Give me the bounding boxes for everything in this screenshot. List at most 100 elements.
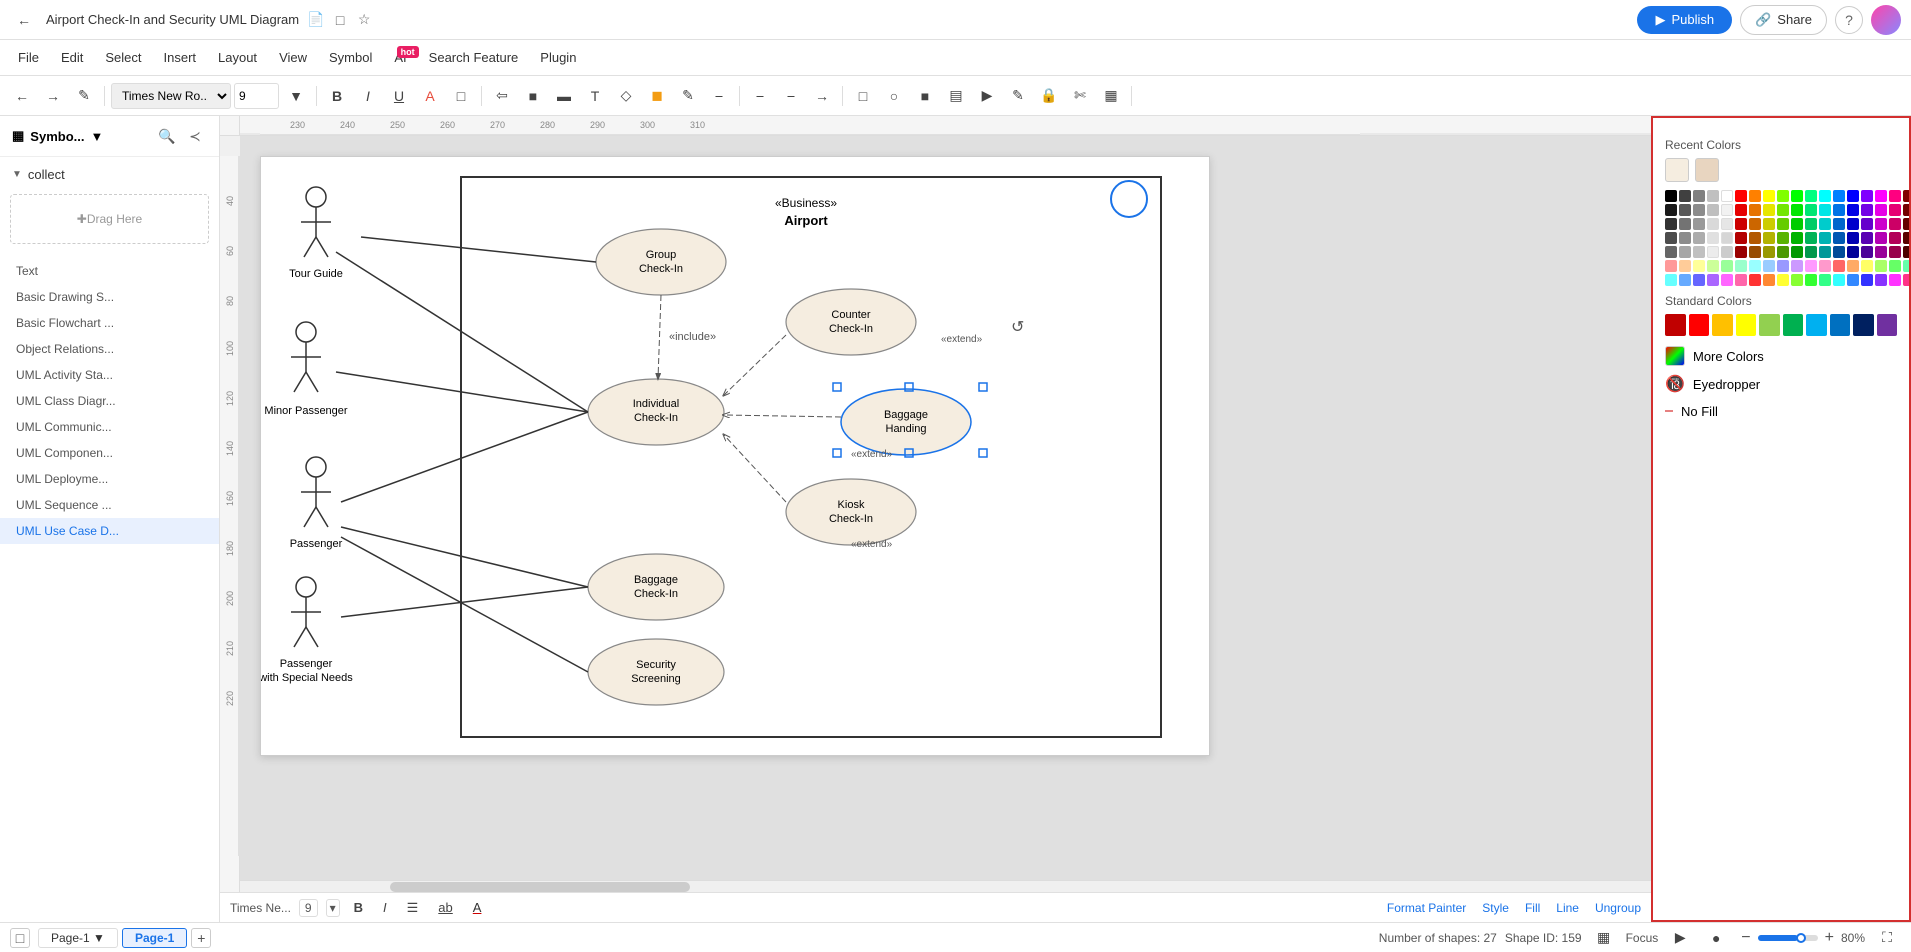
- color-cell[interactable]: [1763, 218, 1775, 230]
- dash-style-btn[interactable]: ⎯: [777, 82, 805, 110]
- color-cell[interactable]: [1665, 274, 1677, 286]
- color-cell[interactable]: [1819, 260, 1831, 272]
- align-center-btn[interactable]: ■: [519, 82, 547, 110]
- color-cell[interactable]: [1791, 190, 1803, 202]
- color-cell[interactable]: [1791, 232, 1803, 244]
- color-cell[interactable]: [1679, 274, 1691, 286]
- color-cell[interactable]: [1819, 218, 1831, 230]
- color-cell[interactable]: [1875, 274, 1887, 286]
- color-cell[interactable]: [1679, 190, 1691, 202]
- align-left-btn[interactable]: ⇦: [488, 82, 516, 110]
- menu-select[interactable]: Select: [95, 46, 151, 69]
- color-cell[interactable]: [1707, 232, 1719, 244]
- color-cell[interactable]: [1875, 260, 1887, 272]
- format-italic[interactable]: I: [377, 898, 393, 917]
- color-cell[interactable]: [1777, 190, 1789, 202]
- color-cell[interactable]: [1693, 218, 1705, 230]
- color-cell[interactable]: [1721, 246, 1733, 258]
- color-cell[interactable]: [1763, 246, 1775, 258]
- color-cell[interactable]: [1679, 232, 1691, 244]
- color-cell[interactable]: [1861, 260, 1873, 272]
- page-layout-btn[interactable]: □: [10, 928, 30, 948]
- menu-ai[interactable]: AI hot: [384, 46, 416, 69]
- recent-color-1[interactable]: [1665, 158, 1689, 182]
- color-cell[interactable]: [1861, 204, 1873, 216]
- line-weight-btn[interactable]: ⎯: [746, 82, 774, 110]
- color-cell[interactable]: [1791, 246, 1803, 258]
- color-cell[interactable]: [1665, 218, 1677, 230]
- color-cell[interactable]: [1707, 190, 1719, 202]
- shape-btn[interactable]: ◇: [612, 82, 640, 110]
- color-cell[interactable]: [1679, 246, 1691, 258]
- help-button[interactable]: ?: [1835, 6, 1863, 34]
- color-cell[interactable]: [1735, 246, 1747, 258]
- color-red[interactable]: [1735, 190, 1747, 202]
- color-cell[interactable]: [1861, 232, 1873, 244]
- color-cell[interactable]: [1721, 274, 1733, 286]
- color-cell[interactable]: [1665, 260, 1677, 272]
- menu-file[interactable]: File: [8, 46, 49, 69]
- avatar[interactable]: [1871, 5, 1901, 35]
- fill-label[interactable]: Fill: [1525, 901, 1540, 915]
- color-cell[interactable]: [1693, 246, 1705, 258]
- record-btn[interactable]: ●: [1702, 924, 1730, 952]
- color-cell[interactable]: [1805, 260, 1817, 272]
- collect-header[interactable]: ▼ collect: [0, 161, 219, 188]
- underline-btn[interactable]: U: [385, 82, 413, 110]
- color-cell[interactable]: [1861, 274, 1873, 286]
- color-cell[interactable]: [1735, 218, 1747, 230]
- bold-btn[interactable]: B: [323, 82, 351, 110]
- arrow-style-btn[interactable]: →: [808, 82, 836, 110]
- edit-btn[interactable]: ✎: [1004, 82, 1032, 110]
- color-black[interactable]: [1665, 190, 1677, 202]
- color-cell[interactable]: [1735, 274, 1747, 286]
- fullscreen-btn[interactable]: ⛶: [1873, 924, 1901, 952]
- back-btn[interactable]: ←: [10, 6, 38, 34]
- publish-button[interactable]: ▶ Publish: [1637, 6, 1732, 34]
- text-style-btn[interactable]: T: [581, 82, 609, 110]
- sidebar-item-uml-activity[interactable]: UML Activity Sta...: [0, 362, 219, 388]
- font-size-down[interactable]: ▼: [282, 82, 310, 110]
- std-color-4[interactable]: [1736, 314, 1757, 336]
- color-cell[interactable]: [1861, 190, 1873, 202]
- cut-btn[interactable]: ✄: [1066, 82, 1094, 110]
- color-white[interactable]: [1721, 190, 1733, 202]
- color-cell[interactable]: [1707, 204, 1719, 216]
- color-cell[interactable]: [1763, 260, 1775, 272]
- color-cell[interactable]: [1819, 274, 1831, 286]
- menu-search-feature[interactable]: Search Feature: [419, 46, 529, 69]
- ungroup-label[interactable]: Ungroup: [1595, 901, 1641, 915]
- color-cell[interactable]: [1707, 218, 1719, 230]
- color-cell[interactable]: [1763, 204, 1775, 216]
- select-btn[interactable]: ▶: [973, 82, 1001, 110]
- h-scrollbar[interactable]: [240, 880, 1651, 892]
- color-cell[interactable]: [1763, 190, 1775, 202]
- sidebar-item-basic-drawing[interactable]: Basic Drawing S...: [0, 284, 219, 310]
- more-colors-row[interactable]: More Colors: [1665, 342, 1897, 370]
- color-cell[interactable]: [1875, 218, 1887, 230]
- color-cell[interactable]: [1903, 260, 1911, 272]
- zoom-out-btn[interactable]: −: [1738, 929, 1753, 947]
- sidebar-item-text[interactable]: Text: [0, 258, 219, 284]
- color-cell[interactable]: [1805, 218, 1817, 230]
- format-painter-btn[interactable]: ✎: [70, 82, 98, 110]
- color-cell[interactable]: [1791, 218, 1803, 230]
- color-cell[interactable]: [1833, 232, 1845, 244]
- eyedropper-row[interactable]: 🔞 Eyedropper: [1665, 370, 1897, 398]
- color-cell[interactable]: [1833, 260, 1845, 272]
- sidebar-item-uml-class[interactable]: UML Class Diagr...: [0, 388, 219, 414]
- color-cell[interactable]: [1875, 232, 1887, 244]
- color-cell[interactable]: [1833, 190, 1845, 202]
- color-cell[interactable]: [1721, 260, 1733, 272]
- font-color-btn[interactable]: A: [416, 82, 444, 110]
- std-color-5[interactable]: [1759, 314, 1780, 336]
- recent-color-2[interactable]: [1695, 158, 1719, 182]
- font-family-select[interactable]: Times New Ro...: [111, 83, 231, 109]
- line-label[interactable]: Line: [1556, 901, 1579, 915]
- color-cell[interactable]: [1749, 260, 1761, 272]
- style-label[interactable]: Style: [1482, 901, 1509, 915]
- color-cell[interactable]: [1875, 204, 1887, 216]
- sidebar-item-basic-flowchart[interactable]: Basic Flowchart ...: [0, 310, 219, 336]
- color-cell[interactable]: [1777, 218, 1789, 230]
- color-cell[interactable]: [1735, 232, 1747, 244]
